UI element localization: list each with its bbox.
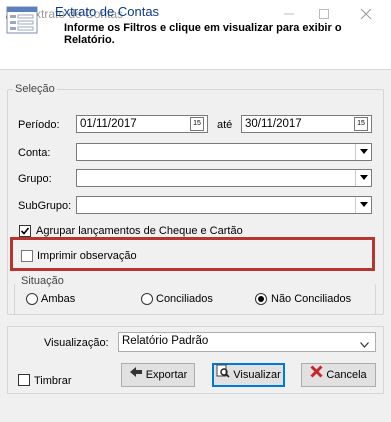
header-title: Extrato de Contas [55, 4, 160, 19]
conta-label: Conta: [18, 147, 51, 159]
situacao-legend: Situação [19, 275, 66, 287]
imprimir-checkbox[interactable] [21, 250, 33, 262]
magnifier-document-icon [216, 364, 230, 386]
visualizacao-label: Visualização: [44, 337, 109, 349]
radio-ambas[interactable] [26, 293, 38, 305]
timbrar-label: Timbrar [34, 375, 72, 387]
cancelar-button[interactable]: Cancela [301, 363, 376, 387]
agrupar-checkbox[interactable] [19, 225, 31, 237]
conta-dropdown-arrow-icon[interactable] [355, 144, 371, 160]
visualizacao-chevron-icon[interactable] [360, 339, 369, 351]
grupo-label: Grupo: [18, 173, 52, 185]
periodo-label: Período: [18, 119, 60, 131]
visualizar-button[interactable]: Visualizar [212, 363, 285, 387]
data-fim-field[interactable]: 30/11/2017 [241, 115, 372, 133]
visualizacao-combo[interactable]: Relatório Padrão [118, 332, 376, 352]
subgrupo-combo[interactable] [76, 196, 372, 214]
grupo-dropdown-arrow-icon[interactable] [355, 170, 371, 186]
conta-combo[interactable] [76, 143, 372, 161]
exportar-button[interactable]: Exportar [121, 363, 195, 387]
cancel-x-icon [310, 364, 323, 386]
data-inicio-value: 01/11/2017 [80, 118, 137, 130]
data-inicio-field[interactable]: 01/11/2017 [76, 115, 208, 133]
selecao-legend: Seleção [13, 83, 57, 95]
close-button[interactable] [356, 4, 376, 24]
subgrupo-dropdown-arrow-icon[interactable] [355, 197, 371, 213]
subgrupo-label: SubGrupo: [18, 200, 72, 212]
radio-conciliados[interactable] [141, 293, 153, 305]
visualizacao-value: Relatório Padrão [122, 335, 209, 347]
radio-nao-conciliados[interactable] [255, 293, 267, 305]
radio-nao-conciliados-label: Não Conciliados [271, 293, 352, 305]
calendar-end-icon[interactable]: 15 [354, 117, 368, 131]
header-subtitle: Informe os Filtros e clique em visualiza… [64, 22, 342, 46]
ate-label: até [217, 119, 233, 131]
data-fim-value: 30/11/2017 [245, 118, 302, 130]
imprimir-label: Imprimir observação [37, 250, 137, 262]
grupo-combo[interactable] [76, 169, 372, 187]
report-form-icon [6, 6, 38, 34]
maximize-button[interactable] [314, 4, 334, 24]
radio-selected-dot [258, 296, 264, 302]
radio-ambas-label: Ambas [41, 293, 76, 305]
agrupar-label: Agrupar lançamentos de Cheque e Cartão [36, 225, 243, 237]
minimize-button[interactable] [279, 4, 299, 24]
calendar-start-icon[interactable]: 15 [190, 117, 204, 131]
radio-conciliados-label: Conciliados [156, 293, 213, 305]
timbrar-checkbox[interactable] [18, 374, 30, 386]
export-arrow-icon [129, 364, 143, 386]
